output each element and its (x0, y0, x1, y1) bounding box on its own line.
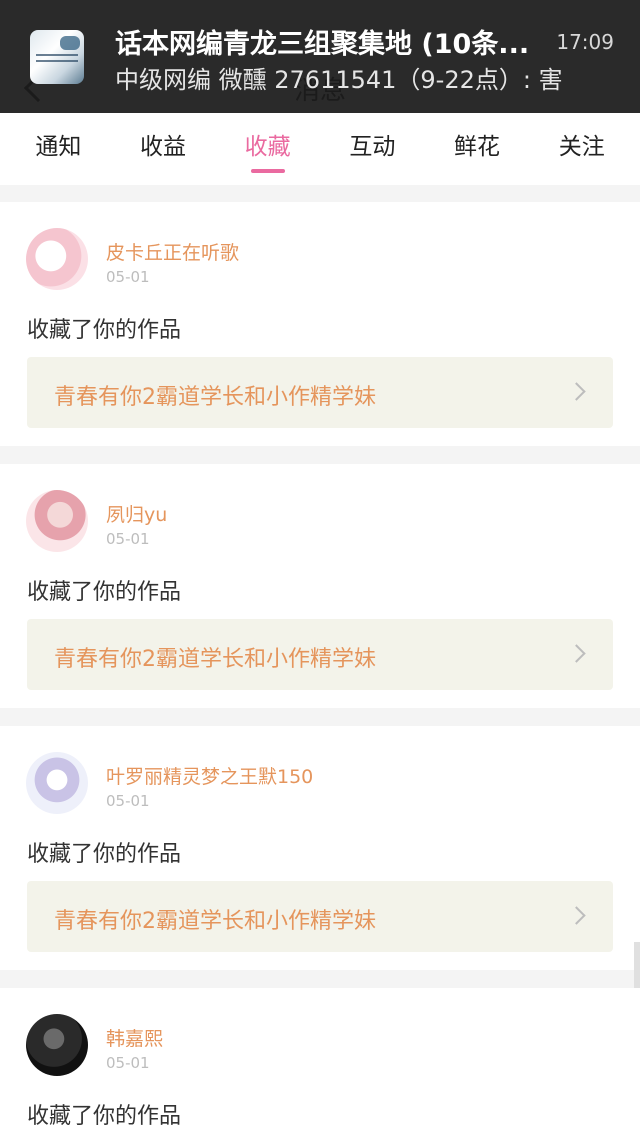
chevron-right-icon (567, 382, 586, 401)
tab-label: 收益 (140, 134, 186, 160)
work-link[interactable]: 青春有你2霸道学长和小作精学妹 (27, 357, 613, 428)
username[interactable]: 皮卡丘正在听歌 (106, 238, 239, 265)
work-title: 青春有你2霸道学长和小作精学妹 (54, 647, 376, 672)
notification-time: 17:09 (556, 30, 614, 54)
list-item: 叶罗丽精灵梦之王默150 05-01 收藏了你的作品 青春有你2霸道学长和小作精… (0, 726, 640, 970)
username[interactable]: 叶罗丽精灵梦之王默150 (106, 762, 313, 789)
timestamp: 05-01 (106, 1054, 150, 1072)
chevron-right-icon (567, 644, 586, 663)
tab-flowers[interactable]: 鲜花 (425, 115, 530, 185)
work-title: 青春有你2霸道学长和小作精学妹 (54, 385, 376, 410)
heads-up-notification[interactable]: 话本网编青龙三组聚集地 (10条... 17:09 中级网编 微醺 276115… (0, 0, 640, 113)
timestamp: 05-01 (106, 792, 150, 810)
list-item: 皮卡丘正在听歌 05-01 收藏了你的作品 青春有你2霸道学长和小作精学妹 (0, 202, 640, 446)
tab-bar: 通知 收益 收藏 互动 鲜花 关注 (0, 115, 640, 185)
avatar[interactable] (26, 490, 88, 552)
tab-favorites[interactable]: 收藏 (215, 115, 320, 185)
work-link[interactable]: 青春有你2霸道学长和小作精学妹 (27, 881, 613, 952)
tab-follow[interactable]: 关注 (529, 115, 634, 185)
group-avatar (30, 30, 84, 84)
favorites-feed: 皮卡丘正在听歌 05-01 收藏了你的作品 青春有你2霸道学长和小作精学妹 夙归… (0, 202, 640, 1138)
list-item: 韩嘉熙 05-01 收藏了你的作品 (0, 988, 640, 1138)
tab-interaction[interactable]: 互动 (320, 115, 425, 185)
tab-label: 互动 (349, 134, 396, 160)
tab-label: 关注 (558, 134, 605, 160)
avatar[interactable] (26, 1014, 88, 1076)
notification-title: 话本网编青龙三组聚集地 (10条... (115, 29, 530, 60)
notification-body: 中级网编 微醺 27611541（9-22点）: 害 (115, 66, 563, 94)
action-text: 收藏了你的作品 (27, 842, 182, 867)
avatar[interactable] (26, 228, 88, 290)
action-text: 收藏了你的作品 (27, 580, 182, 605)
action-text: 收藏了你的作品 (27, 1104, 182, 1129)
username[interactable]: 夙归yu (106, 500, 167, 527)
timestamp: 05-01 (106, 530, 150, 548)
tab-label: 鲜花 (454, 134, 501, 160)
work-link[interactable]: 青春有你2霸道学长和小作精学妹 (27, 619, 613, 690)
list-item: 夙归yu 05-01 收藏了你的作品 青春有你2霸道学长和小作精学妹 (0, 464, 640, 708)
avatar[interactable] (26, 752, 88, 814)
chevron-right-icon (567, 906, 586, 925)
action-text: 收藏了你的作品 (27, 318, 182, 343)
tab-notice[interactable]: 通知 (6, 115, 111, 185)
scrollbar[interactable] (634, 942, 640, 988)
tab-label: 通知 (35, 134, 82, 160)
work-title: 青春有你2霸道学长和小作精学妹 (54, 909, 376, 934)
tab-earnings[interactable]: 收益 (111, 115, 216, 185)
timestamp: 05-01 (106, 268, 150, 286)
username[interactable]: 韩嘉熙 (106, 1024, 163, 1051)
active-tab-indicator (250, 169, 285, 173)
tab-label: 收藏 (244, 134, 291, 160)
